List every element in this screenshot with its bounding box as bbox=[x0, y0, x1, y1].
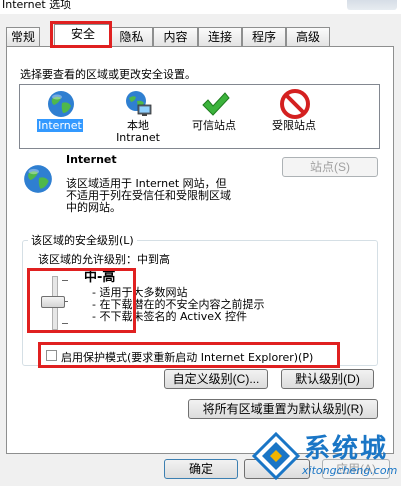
tab-advanced[interactable]: 高级 bbox=[286, 27, 330, 46]
sites-button[interactable]: 站点(S) bbox=[282, 157, 378, 177]
zone-restricted-label: 受限站点 bbox=[272, 119, 316, 132]
highlight-security-level bbox=[27, 268, 136, 333]
zone-intranet-label-2: Intranet bbox=[116, 131, 160, 144]
default-level-button[interactable]: 默认级别(D) bbox=[281, 369, 374, 389]
allowed-levels-text: 该区域的允许级别：中到高 bbox=[38, 253, 170, 266]
watermark-brand: 系统城 bbox=[304, 434, 389, 464]
zone-trusted-label: 可信站点 bbox=[192, 119, 236, 132]
site-watermark: 系统城 xitongcheng.com bbox=[252, 428, 401, 486]
title-bar: Internet 选项 bbox=[0, 0, 401, 14]
zone-internet-label: Internet bbox=[37, 119, 83, 132]
watermark-url: xitongcheng.com bbox=[302, 464, 398, 477]
brand-logo-icon bbox=[252, 432, 300, 480]
tab-programs[interactable]: 程序 bbox=[242, 27, 286, 46]
zone-info-title: Internet bbox=[66, 153, 117, 166]
zone-trusted-sites[interactable]: 可信站点 bbox=[178, 85, 250, 147]
custom-level-button[interactable]: 自定义级别(C)... bbox=[164, 369, 268, 389]
globe-icon bbox=[48, 91, 74, 117]
window-title: Internet 选项 bbox=[2, 0, 72, 11]
zone-local-intranet[interactable]: 本地 Intranet bbox=[102, 85, 174, 147]
highlight-protected-mode bbox=[38, 342, 340, 368]
highlight-security-tab bbox=[50, 21, 112, 48]
no-entry-icon bbox=[280, 89, 310, 119]
zone-restricted-sites[interactable]: 受限站点 bbox=[258, 85, 330, 147]
tab-privacy[interactable]: 隐私 bbox=[110, 27, 153, 46]
zone-list[interactable]: Internet 本地 Intranet 可信站点 受限站点 bbox=[19, 84, 380, 149]
globe-icon bbox=[24, 165, 52, 193]
security-level-group-title: 该区域的安全级别(L) bbox=[28, 232, 137, 248]
tab-connections[interactable]: 连接 bbox=[198, 27, 242, 46]
ok-button[interactable]: 确定 bbox=[164, 459, 238, 479]
tab-content[interactable]: 内容 bbox=[153, 27, 198, 46]
zone-instruction: 选择要查看的区域或更改安全设置。 bbox=[20, 68, 196, 81]
zone-description-line-3: 中的网站。 bbox=[66, 201, 121, 214]
zone-internet[interactable]: Internet bbox=[24, 85, 96, 147]
tab-general[interactable]: 常规 bbox=[6, 27, 40, 46]
intranet-icon bbox=[126, 91, 152, 116]
reset-all-zones-button[interactable]: 将所有区域重置为默认级别(R) bbox=[188, 399, 378, 419]
checkmark-icon bbox=[202, 92, 230, 116]
close-button[interactable] bbox=[347, 0, 397, 10]
